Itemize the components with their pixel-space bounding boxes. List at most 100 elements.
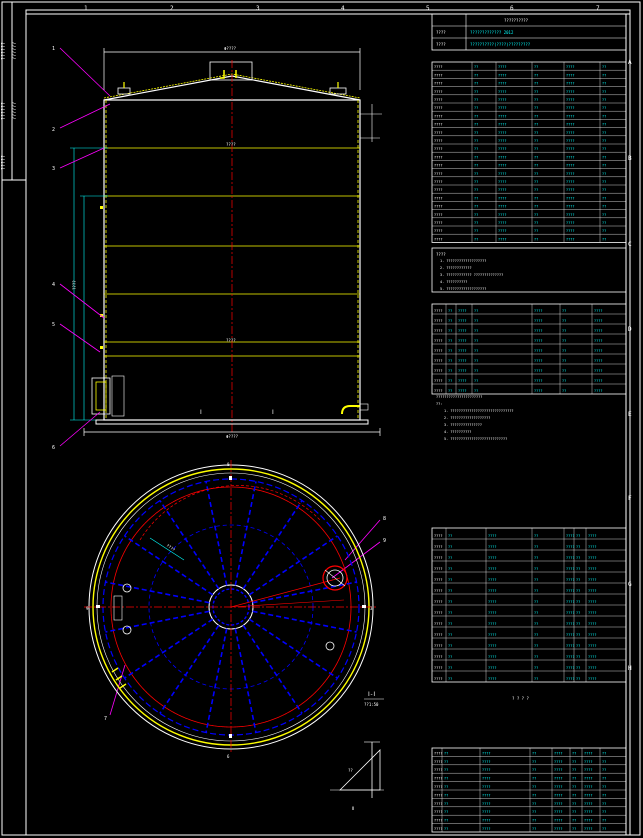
- design-table-cell: ??: [534, 139, 538, 143]
- design-table-cell: ??: [602, 73, 606, 77]
- bom-table-cell: ????: [482, 793, 490, 797]
- design-table-cell: ??: [602, 180, 606, 184]
- comp-table-cell: ??: [534, 666, 538, 670]
- design-table-cell: ??: [602, 123, 606, 127]
- course-dim-label: ????: [226, 338, 236, 343]
- nozzle-table-cell: ????: [534, 379, 542, 383]
- design-table-cell: ????: [434, 82, 442, 86]
- svg-text:????: ????: [436, 42, 446, 47]
- zone-number-3: 3: [256, 5, 260, 12]
- design-table-cell: ??: [602, 196, 606, 200]
- height-mid-label: ????: [226, 142, 236, 147]
- zone-letter-G: G: [628, 581, 632, 588]
- design-table-cell: ????: [498, 213, 506, 217]
- comp-table-cell: ??: [576, 655, 580, 659]
- design-table-cell: ??: [534, 180, 538, 184]
- comp-table-cell: ????: [566, 655, 574, 659]
- design-table-cell: ??: [534, 188, 538, 192]
- comp-table-cell: ????: [434, 622, 442, 626]
- svg-text:3. ???????????????: 3. ???????????????: [444, 423, 482, 427]
- nozzle-table-cell: ????: [594, 319, 602, 323]
- bom-table-cell: ????: [434, 819, 442, 823]
- svg-text:????????????? 2012: ????????????? 2012: [470, 30, 514, 35]
- nozzle-table-cell: ????: [594, 329, 602, 333]
- nozzle-table-cell: ??: [562, 369, 566, 373]
- bom-table-cell: ??: [602, 760, 606, 764]
- bom-table-cell: ??: [602, 785, 606, 789]
- bom-table-cell: ????: [482, 760, 490, 764]
- design-table-cell: ????: [566, 155, 574, 159]
- design-table-cell: ??: [474, 196, 478, 200]
- bom-table-cell: ????: [554, 751, 562, 755]
- comp-table-cell: ????: [588, 633, 596, 637]
- design-table-cell: ????: [566, 172, 574, 176]
- design-table-cell: ??: [474, 123, 478, 127]
- bom-table-cell: ????: [584, 760, 592, 764]
- design-table-cell: ????: [434, 65, 442, 69]
- base-width-label: Φ????: [226, 434, 239, 439]
- comp-table-cell: ??: [534, 567, 538, 571]
- bom-table-cell: ??: [532, 785, 536, 789]
- design-table-cell: ????: [434, 139, 442, 143]
- design-table-cell: ????: [566, 196, 574, 200]
- comp-table-cell: ????: [434, 567, 442, 571]
- nozzle-table-cell: ????: [458, 369, 466, 373]
- design-table-cell: ????: [498, 180, 506, 184]
- comp-table-cell: ??: [448, 644, 452, 648]
- zone-number-1: 1: [84, 5, 88, 12]
- comp-table-cell: ??: [534, 633, 538, 637]
- design-table-cell: ??: [602, 147, 606, 151]
- svg-text:??:: ??:: [436, 402, 442, 406]
- tank-drawing-sheet: ?????? ?????? ????? ?????? ?????? 1 2 3 …: [0, 0, 643, 838]
- nozzle-table-cell: ??: [448, 369, 452, 373]
- comp-table-cell: ????: [566, 677, 574, 681]
- nozzle-table-cell: ????: [434, 319, 442, 323]
- comp-table-cell: ????: [488, 633, 496, 637]
- design-table-cell: ??: [602, 65, 606, 69]
- comp-table-cell: ??: [448, 589, 452, 593]
- svg-text:5. ???????????????????: 5. ???????????????????: [440, 287, 486, 291]
- comp-table-cell: ????: [434, 633, 442, 637]
- comp-table-cell: ????: [588, 611, 596, 615]
- comp-table-cell: ????: [588, 677, 596, 681]
- design-table-cell: ????: [498, 147, 506, 151]
- design-table-cell: ??: [602, 213, 606, 217]
- comp-table-cell: ??: [576, 600, 580, 604]
- comp-table-cell: ????: [566, 534, 574, 538]
- bom-table-cell: ????: [434, 802, 442, 806]
- sheet-background: [0, 0, 643, 838]
- design-table-cell: ??: [474, 213, 478, 217]
- comp-table-cell: ????: [588, 644, 596, 648]
- comp-table-cell: ??: [534, 611, 538, 615]
- design-table-cell: ??: [474, 90, 478, 94]
- comp-table-cell: ??: [576, 611, 580, 615]
- bom-table-cell: ??: [532, 819, 536, 823]
- design-table-cell: ????: [498, 188, 506, 192]
- comp-table-cell: ????: [434, 644, 442, 648]
- bom-table-cell: ??: [444, 777, 448, 781]
- nozzle-table-cell: ??: [474, 359, 478, 363]
- comp-table-cell: ????: [488, 600, 496, 604]
- bom-table-cell: ??: [602, 802, 606, 806]
- nozzle-table-cell: ??: [448, 319, 452, 323]
- design-table-cell: ????: [434, 123, 442, 127]
- design-table-cell: ??: [602, 172, 606, 176]
- comp-table-cell: ????: [566, 666, 574, 670]
- design-table-cell: ????: [498, 98, 506, 102]
- svg-text:4. ??????????: 4. ??????????: [444, 430, 471, 434]
- design-table-cell: ????: [498, 139, 506, 143]
- bom-table-cell: ????: [434, 751, 442, 755]
- comp-table-cell: ??: [448, 567, 452, 571]
- design-table-cell: ????: [566, 131, 574, 135]
- design-table-cell: ????: [566, 237, 574, 241]
- bom-table-cell: ??: [572, 827, 576, 831]
- comp-table-cell: ????: [434, 589, 442, 593]
- comp-table-cell: ??: [534, 622, 538, 626]
- zone-number-2: 2: [170, 5, 174, 12]
- comp-table-cell: ????: [488, 666, 496, 670]
- comp-table-cell: ????: [566, 545, 574, 549]
- design-table-cell: ??: [602, 139, 606, 143]
- bom-table-cell: ??: [572, 768, 576, 772]
- nozzle-table-cell: ????: [594, 389, 602, 393]
- nozzle-table-cell: ????: [534, 369, 542, 373]
